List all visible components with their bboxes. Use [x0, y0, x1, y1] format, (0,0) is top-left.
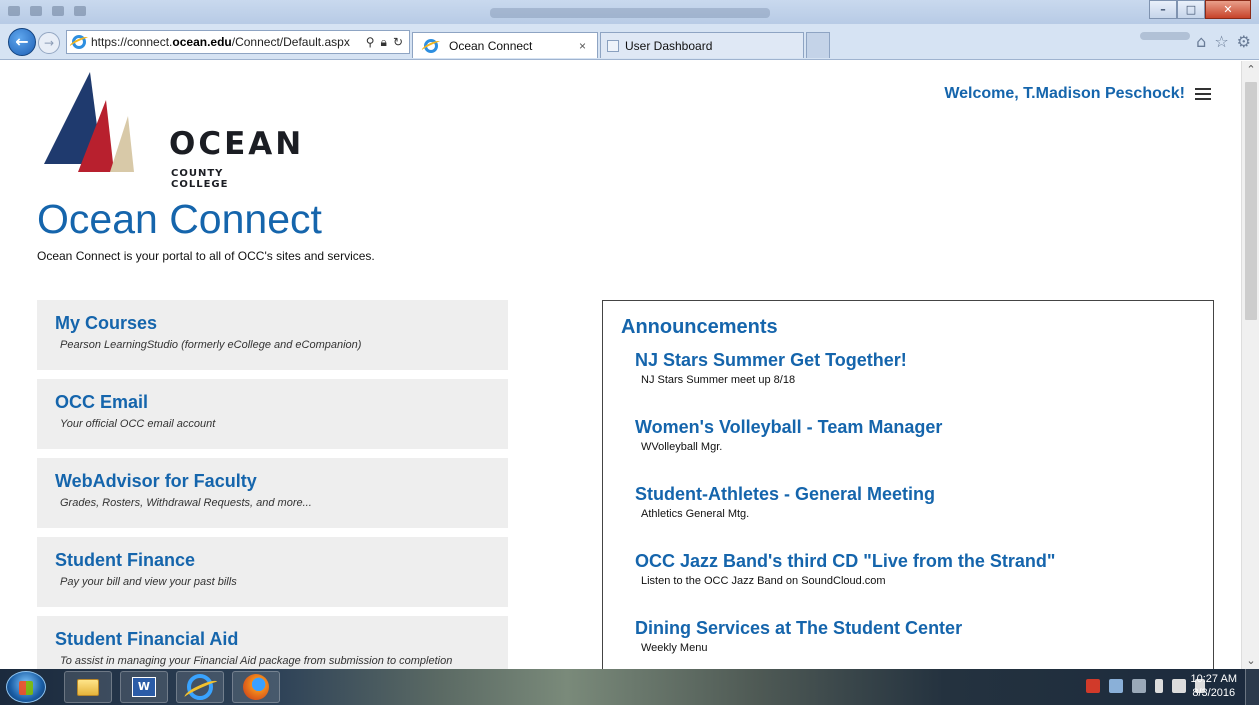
page-icon [607, 39, 619, 52]
search-icon[interactable]: ⚲ [366, 35, 375, 50]
announcement-item: Women's Volleyball - Team Manager WVolle… [635, 417, 1213, 453]
announcement-item: Dining Services at The Student Center We… [635, 618, 1213, 654]
browser-tools: ⌂ ☆ ⚙ [1196, 32, 1251, 52]
occ-logo[interactable]: OCEAN COUNTY COLLEGE [44, 72, 301, 190]
browser-navbar: ← → https://connect.ocean.edu/Connect/De… [0, 24, 1259, 60]
link-title[interactable]: Student Finance [55, 550, 508, 571]
logo-name: OCEAN [169, 126, 305, 162]
link-title[interactable]: Student Financial Aid [55, 629, 508, 650]
clock-date: 8/3/2016 [1192, 687, 1236, 699]
vertical-scrollbar[interactable]: ⌃ ⌄ [1241, 61, 1259, 669]
internet-explorer-button[interactable] [176, 671, 224, 703]
logo-subname: COUNTY COLLEGE [171, 168, 229, 190]
announcement-item: OCC Jazz Band's third CD "Live from the … [635, 551, 1213, 587]
link-description: To assist in managing your Financial Aid… [60, 655, 453, 667]
ie-favicon-icon [71, 34, 87, 50]
volume-icon[interactable] [1172, 679, 1186, 693]
quick-access-toolbar [8, 6, 86, 16]
announcements-heading: Announcements [621, 316, 778, 338]
link-description: Your official OCC email account [60, 418, 216, 430]
home-icon[interactable]: ⌂ [1196, 32, 1206, 52]
lock-icon[interactable]: 🔒︎ [381, 35, 387, 50]
announcement-desc: Weekly Menu [641, 642, 708, 654]
system-tray [1086, 679, 1205, 693]
link-description: Pay your bill and view your past bills [60, 576, 237, 588]
tab-label: Ocean Connect [449, 38, 533, 53]
close-tab-icon[interactable]: × [579, 39, 597, 53]
taskbar-clock[interactable]: 10:27 AM 8/3/2016 [1191, 672, 1237, 700]
firefox-icon [243, 674, 269, 700]
announcement-desc: Listen to the OCC Jazz Band on SoundClou… [641, 575, 886, 587]
ie-tab-icon [423, 38, 439, 54]
link-card-financial-aid[interactable]: Student Financial Aid To assist in manag… [37, 616, 508, 669]
announcement-desc: WVolleyball Mgr. [641, 441, 723, 453]
welcome-area: Welcome, T.Madison Peschock! [944, 85, 1211, 103]
announcement-item: Student-Athletes - General Meeting Athle… [635, 484, 1213, 520]
network-sharing-icon[interactable] [1132, 679, 1146, 693]
show-desktop-button[interactable] [1245, 669, 1259, 705]
announcement-title[interactable]: Dining Services at The Student Center [635, 618, 1213, 639]
window-controls: – □ ✕ [1149, 0, 1251, 19]
ie-icon [187, 674, 213, 700]
window-title [490, 8, 770, 18]
announcement-title[interactable]: OCC Jazz Band's third CD "Live from the … [635, 551, 1213, 572]
link-card-occ-email[interactable]: OCC Email Your official OCC email accoun… [37, 379, 508, 449]
announcement-title[interactable]: Student-Athletes - General Meeting [635, 484, 1213, 505]
announcement-title[interactable]: Women's Volleyball - Team Manager [635, 417, 1213, 438]
link-title[interactable]: OCC Email [55, 392, 508, 413]
battery-icon[interactable] [1155, 679, 1163, 693]
page-subtitle: Ocean Connect is your portal to all of O… [37, 249, 375, 263]
forward-button[interactable]: → [38, 32, 60, 54]
tab-label: User Dashboard [625, 38, 713, 53]
minimize-button[interactable]: – [1149, 0, 1177, 19]
page-title: Ocean Connect [37, 196, 322, 242]
folder-icon [77, 678, 99, 696]
gear-icon[interactable]: ⚙ [1237, 32, 1251, 52]
scroll-up-icon[interactable]: ⌃ [1242, 61, 1259, 78]
link-card-webadvisor[interactable]: WebAdvisor for Faculty Grades, Rosters, … [37, 458, 508, 528]
maximize-button[interactable]: □ [1177, 0, 1205, 19]
announcement-desc: Athletics General Mtg. [641, 508, 750, 520]
tab-ocean-connect[interactable]: Ocean Connect × [412, 32, 598, 58]
link-title[interactable]: My Courses [55, 313, 508, 334]
blurred-tab-title [1140, 32, 1190, 40]
windows-taskbar: W 10:27 AM 8/3/2016 [0, 669, 1259, 705]
address-url[interactable]: https://connect.ocean.edu/Connect/Defaul… [91, 35, 366, 49]
sails-logo-icon [44, 72, 134, 172]
link-card-my-courses[interactable]: My Courses Pearson LearningStudio (forme… [37, 300, 508, 370]
link-title[interactable]: WebAdvisor for Faculty [55, 471, 508, 492]
close-window-button[interactable]: ✕ [1205, 0, 1251, 19]
file-explorer-button[interactable] [64, 671, 112, 703]
web-page: OCEAN COUNTY COLLEGE Welcome, T.Madison … [0, 61, 1241, 669]
announcements-panel: Announcements NJ Stars Summer Get Togeth… [602, 300, 1214, 669]
link-card-student-finance[interactable]: Student Finance Pay your bill and view y… [37, 537, 508, 607]
word-icon: W [132, 677, 156, 697]
link-description: Pearson LearningStudio (formerly eColleg… [60, 339, 362, 351]
word-button[interactable]: W [120, 671, 168, 703]
hamburger-menu-icon[interactable] [1195, 88, 1211, 100]
welcome-text: Welcome, T.Madison Peschock! [944, 85, 1185, 102]
new-tab-button[interactable] [806, 32, 830, 58]
scroll-thumb[interactable] [1245, 82, 1257, 320]
display-icon[interactable] [1109, 679, 1123, 693]
refresh-icon[interactable]: ↻ [393, 35, 403, 50]
security-icon[interactable] [1086, 679, 1100, 693]
scroll-down-icon[interactable]: ⌄ [1242, 652, 1259, 669]
announcement-title[interactable]: NJ Stars Summer Get Together! [635, 350, 1213, 371]
announcement-desc: NJ Stars Summer meet up 8/18 [641, 374, 796, 386]
quick-links: My Courses Pearson LearningStudio (forme… [37, 300, 508, 669]
favorites-star-icon[interactable]: ☆ [1214, 32, 1228, 52]
firefox-button[interactable] [232, 671, 280, 703]
announcement-item: NJ Stars Summer Get Together! NJ Stars S… [635, 350, 1213, 386]
back-button[interactable]: ← [8, 28, 36, 56]
start-button[interactable] [6, 671, 46, 703]
link-description: Grades, Rosters, Withdrawal Requests, an… [60, 497, 312, 509]
address-bar[interactable]: https://connect.ocean.edu/Connect/Defaul… [66, 30, 410, 54]
clock-time: 10:27 AM [1190, 673, 1237, 685]
tab-user-dashboard[interactable]: User Dashboard [600, 32, 804, 58]
